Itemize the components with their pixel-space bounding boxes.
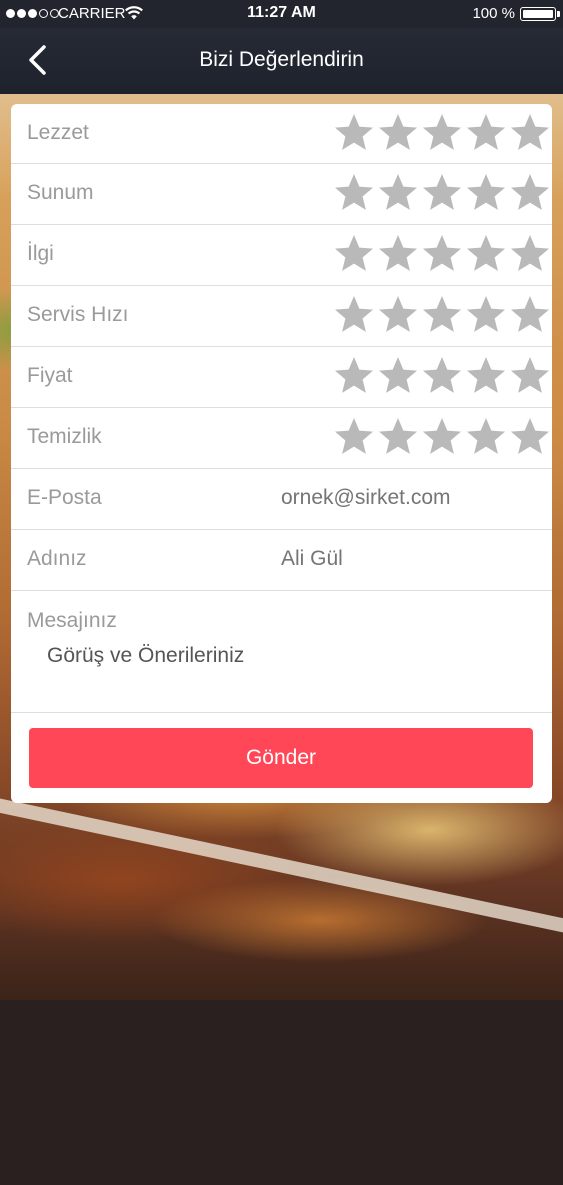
email-label: E-Posta: [27, 486, 102, 509]
star-icon[interactable]: [464, 293, 508, 337]
rating-label: İlgi: [27, 242, 54, 265]
star-icon[interactable]: [420, 415, 464, 459]
battery-percentage: 100 %: [472, 5, 515, 22]
rating-label: Temizlik: [27, 425, 102, 448]
star-icon[interactable]: [420, 293, 464, 337]
page-title: Bizi Değerlendirin: [199, 48, 364, 71]
star-icon[interactable]: [332, 354, 376, 398]
name-input[interactable]: [281, 547, 531, 571]
name-label: Adınız: [27, 547, 87, 570]
star-rating[interactable]: [332, 415, 552, 459]
star-icon[interactable]: [508, 415, 552, 459]
plate-edge: [0, 790, 563, 1185]
message-textarea[interactable]: Görüş ve Önerileriniz: [47, 644, 527, 668]
rating-label: Lezzet: [27, 121, 89, 144]
rating-label: Fiyat: [27, 364, 73, 387]
star-icon[interactable]: [332, 415, 376, 459]
rating-label: Servis Hızı: [27, 303, 129, 326]
star-icon[interactable]: [464, 171, 508, 215]
battery-icon: [520, 7, 560, 21]
rating-row: Fiyat: [11, 347, 552, 408]
rating-row: Temizlik: [11, 408, 552, 469]
star-icon[interactable]: [508, 232, 552, 276]
submit-button[interactable]: Gönder: [29, 728, 533, 788]
rating-row: Sunum: [11, 164, 552, 225]
email-input[interactable]: [281, 486, 531, 510]
star-rating[interactable]: [332, 354, 552, 398]
star-icon[interactable]: [376, 111, 420, 155]
name-row: Adınız: [11, 530, 552, 591]
star-icon[interactable]: [464, 232, 508, 276]
star-icon[interactable]: [332, 293, 376, 337]
star-icon[interactable]: [376, 415, 420, 459]
star-icon[interactable]: [332, 111, 376, 155]
star-icon[interactable]: [420, 111, 464, 155]
star-icon[interactable]: [508, 111, 552, 155]
star-icon[interactable]: [332, 171, 376, 215]
rating-row: İlgi: [11, 225, 552, 286]
star-icon[interactable]: [332, 232, 376, 276]
message-label: Mesajınız: [27, 609, 117, 632]
star-icon[interactable]: [464, 111, 508, 155]
star-rating[interactable]: [332, 232, 552, 276]
star-rating[interactable]: [332, 171, 552, 215]
rating-form-card: Lezzet Sunum İlgi Servis Hızı Fiyat Temizlik …: [11, 104, 552, 803]
navigation-bar: Bizi Değerlendirin: [0, 28, 563, 94]
star-rating[interactable]: [332, 293, 552, 337]
status-bar: CARRIER 11:27 AM 100 %: [0, 0, 563, 28]
star-icon[interactable]: [376, 171, 420, 215]
star-icon[interactable]: [464, 415, 508, 459]
star-icon[interactable]: [508, 293, 552, 337]
star-icon[interactable]: [376, 293, 420, 337]
star-icon[interactable]: [420, 354, 464, 398]
message-row: Mesajınız Görüş ve Önerileriniz: [11, 591, 552, 713]
star-icon[interactable]: [376, 354, 420, 398]
rating-row: Lezzet: [11, 104, 552, 164]
star-icon[interactable]: [420, 171, 464, 215]
rating-row: Servis Hızı: [11, 286, 552, 347]
star-icon[interactable]: [376, 232, 420, 276]
rating-label: Sunum: [27, 181, 94, 204]
star-icon[interactable]: [508, 354, 552, 398]
star-icon[interactable]: [508, 171, 552, 215]
star-icon[interactable]: [420, 232, 464, 276]
star-rating[interactable]: [332, 111, 552, 155]
email-row: E-Posta: [11, 469, 552, 530]
star-icon[interactable]: [464, 354, 508, 398]
